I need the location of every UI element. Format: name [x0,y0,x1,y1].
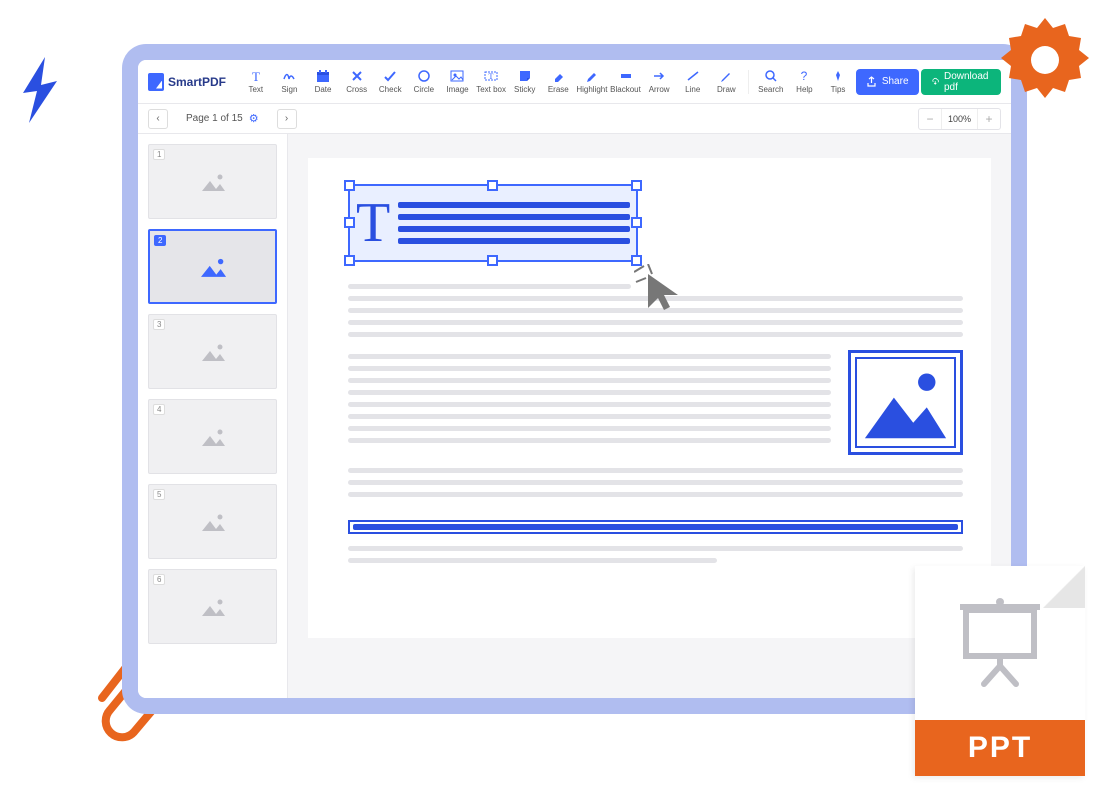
resize-handle-sw[interactable] [344,255,355,266]
paragraph-3 [348,468,963,497]
tool-search[interactable]: Search [755,63,787,101]
workspace: 1 2 3 4 5 6 T [138,134,1011,698]
svg-text:T: T [489,72,494,81]
tool-text[interactable]: TText [240,63,272,101]
gear-icon [995,10,1095,110]
canvas: T [288,134,1011,698]
paragraph-2 [348,354,831,443]
thumbnail-panel: 1 2 3 4 5 6 [138,134,288,698]
text-lines [398,202,630,244]
app-name: SmartPDF [168,75,226,89]
zoom-control: − 100% + [918,108,1001,130]
divider [748,70,749,94]
next-page-button[interactable]: › [277,109,297,129]
tool-circle[interactable]: Circle [408,63,440,101]
tool-image[interactable]: Image [442,63,474,101]
paragraph-1 [348,284,963,337]
image-placeholder-icon [198,596,228,618]
image-placeholder-icon [198,341,228,363]
resize-handle-se[interactable] [631,255,642,266]
image-placeholder-icon [196,255,230,279]
presentation-icon [958,598,1042,688]
thumb-5[interactable]: 5 [148,484,277,559]
thumb-6[interactable]: 6 [148,569,277,644]
thumb-1[interactable]: 1 [148,144,277,219]
image-placeholder-icon [198,426,228,448]
tablet-frame: SmartPDF TText Sign Date Cross Check Cir… [122,44,1027,714]
resize-handle-ne[interactable] [631,180,642,191]
zoom-out-button[interactable]: − [919,112,941,126]
share-button[interactable]: Share [856,69,919,95]
document-page[interactable]: T [308,158,991,638]
resize-handle-s[interactable] [487,255,498,266]
selected-line[interactable] [348,520,963,534]
app-logo: SmartPDF [148,73,226,91]
tool-tips[interactable]: Tips [822,63,854,101]
zoom-value: 100% [941,109,978,129]
share-icon [866,76,877,87]
zoom-in-button[interactable]: + [978,112,1000,126]
logo-icon [148,73,164,91]
svg-text:?: ? [801,69,808,83]
svg-text:T: T [252,69,260,83]
tool-erase[interactable]: Erase [543,63,575,101]
ppt-file-icon: PPT [915,566,1085,776]
pager-bar: ‹ Page 1 of 15 ⚙ › − 100% + [138,104,1011,134]
tool-textbox[interactable]: TText box [475,63,507,101]
selected-textbox[interactable]: T [348,184,638,262]
image-placeholder-icon [857,359,954,446]
lightning-icon [15,55,65,125]
page-indicator: Page 1 of 15 ⚙ [186,112,259,125]
tool-draw[interactable]: Draw [711,63,743,101]
prev-page-button[interactable]: ‹ [148,109,168,129]
resize-handle-w[interactable] [344,217,355,228]
thumb-4[interactable]: 4 [148,399,277,474]
paragraph-4 [348,546,963,563]
tool-sign[interactable]: Sign [274,63,306,101]
image-object[interactable] [848,350,963,455]
tool-blackout[interactable]: Blackout [610,63,642,101]
page-settings-icon[interactable]: ⚙ [249,112,259,125]
tool-date[interactable]: Date [307,63,339,101]
resize-handle-nw[interactable] [344,180,355,191]
tool-help[interactable]: ?Help [789,63,821,101]
app-window: SmartPDF TText Sign Date Cross Check Cir… [138,60,1011,698]
tool-highlight[interactable]: Highlight [576,63,608,101]
file-fold-icon [1043,566,1085,608]
image-placeholder-icon [198,171,228,193]
download-button[interactable]: Download pdf [921,69,1001,95]
tool-line[interactable]: Line [677,63,709,101]
tool-check[interactable]: Check [374,63,406,101]
thumb-3[interactable]: 3 [148,314,277,389]
thumb-2[interactable]: 2 [148,229,277,304]
text-icon: T [356,195,390,251]
tool-arrow[interactable]: Arrow [643,63,675,101]
tool-sticky[interactable]: Sticky [509,63,541,101]
toolbar: SmartPDF TText Sign Date Cross Check Cir… [138,60,1011,104]
resize-handle-e[interactable] [631,217,642,228]
tool-cross[interactable]: Cross [341,63,373,101]
cloud-download-icon [931,76,939,87]
image-placeholder-icon [198,511,228,533]
ppt-label: PPT [915,720,1085,776]
resize-handle-n[interactable] [487,180,498,191]
